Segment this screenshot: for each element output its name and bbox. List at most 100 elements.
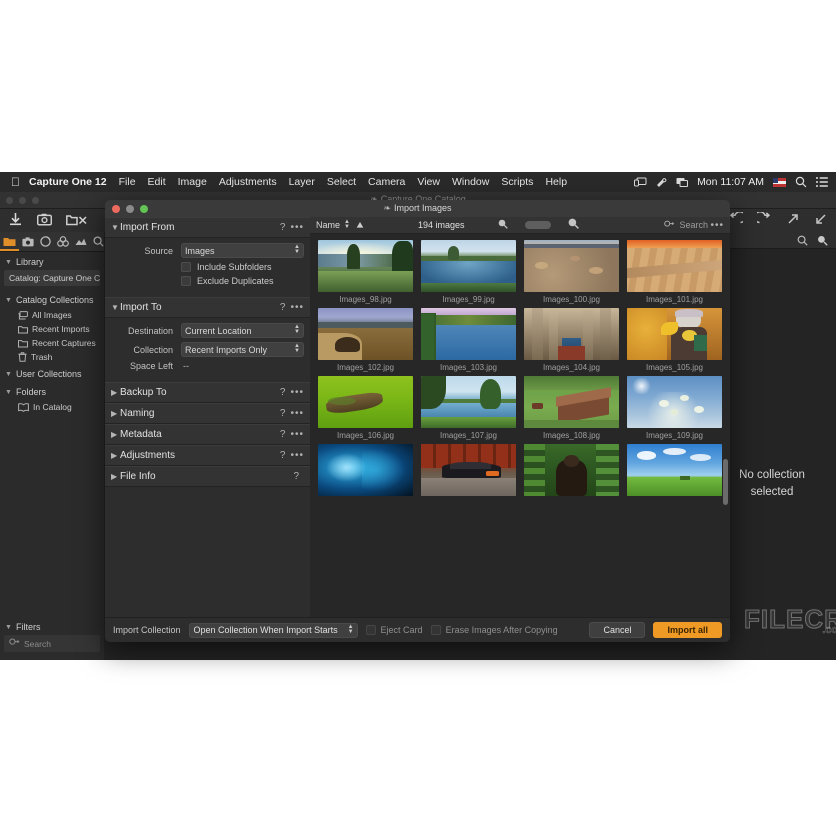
delete-folder-icon[interactable] — [66, 213, 88, 226]
exclude-duplicates-row[interactable]: Exclude Duplicates — [181, 276, 304, 286]
section-menu-icon[interactable]: ••• — [290, 387, 304, 398]
thumbnail-image[interactable] — [421, 240, 516, 292]
lens-tab[interactable] — [40, 236, 51, 247]
sort-field-label[interactable]: Name — [316, 220, 340, 230]
help-icon[interactable]: ? — [280, 222, 286, 233]
thumbnail-image[interactable] — [524, 308, 619, 360]
thumbnail-cell[interactable]: Images_108.jpg — [524, 376, 619, 440]
section-menu-icon[interactable]: ••• — [290, 408, 304, 419]
thumbnail-size-slider[interactable] — [525, 221, 551, 229]
folders-header[interactable]: ▼ Folders — [0, 382, 104, 400]
erase-images-row[interactable]: Erase Images After Copying — [430, 625, 558, 635]
menu-item-scripts[interactable]: Scripts — [501, 176, 533, 188]
thumbnail-image[interactable] — [318, 240, 413, 292]
zoom-out-arrow-icon[interactable] — [814, 212, 828, 226]
thumbnail-grid[interactable]: Images_98.jpg Images_99.jpg Images_100.j… — [310, 234, 730, 617]
thumbnail-cell[interactable]: Images_100.jpg — [524, 240, 619, 304]
source-select[interactable]: Images ▲ ▼ — [181, 243, 304, 258]
search-icon[interactable] — [797, 235, 808, 246]
library-section-header[interactable]: ▼ Library — [0, 252, 104, 270]
control-center-icon[interactable] — [816, 177, 828, 187]
thumbnail-cell[interactable] — [421, 444, 516, 499]
thumbnail-cell[interactable]: Images_104.jpg — [524, 308, 619, 372]
displays-icon[interactable] — [676, 177, 689, 188]
menu-item-window[interactable]: Window — [452, 176, 489, 188]
menu-item-select[interactable]: Select — [327, 176, 356, 188]
help-icon[interactable]: ? — [280, 302, 286, 313]
thumbnail-cell[interactable]: Images_105.jpg — [627, 308, 722, 372]
sort-ascending-icon[interactable] — [356, 216, 364, 234]
section-header-metadata[interactable]: ▶ Metadata ? ••• — [105, 424, 310, 445]
thumbnail-image[interactable] — [627, 240, 722, 292]
magnifier-icon[interactable] — [817, 235, 828, 246]
screen-mirroring-icon[interactable] — [634, 177, 647, 188]
import-icon[interactable] — [8, 212, 23, 227]
thumbnail-image[interactable] — [524, 240, 619, 292]
zoom-in-arrow-icon[interactable] — [786, 212, 800, 226]
zoom-out-icon[interactable] — [498, 216, 508, 234]
menu-item-help[interactable]: Help — [545, 176, 567, 188]
menu-item-image[interactable]: Image — [178, 176, 207, 188]
thumbnail-cell[interactable]: Images_98.jpg — [318, 240, 413, 304]
help-icon[interactable]: ? — [280, 408, 286, 419]
thumbnail-cell[interactable] — [318, 444, 413, 499]
thumbnail-cell[interactable]: Images_102.jpg — [318, 308, 413, 372]
thumbnail-image[interactable] — [627, 308, 722, 360]
section-header-file-info[interactable]: ▶ File Info ? — [105, 466, 310, 487]
filters-header[interactable]: ▼ Filters — [0, 617, 104, 635]
sidebar-item-all-images[interactable]: All Images — [0, 308, 104, 322]
thumbnail-image[interactable] — [318, 444, 413, 496]
thumbnail-image[interactable] — [421, 308, 516, 360]
eject-card-checkbox[interactable] — [365, 625, 376, 635]
exposure-tab[interactable] — [75, 237, 87, 246]
section-header-adjustments[interactable]: ▶ Adjustments ? ••• — [105, 445, 310, 466]
menu-item-edit[interactable]: Edit — [148, 176, 166, 188]
help-icon[interactable]: ? — [280, 387, 286, 398]
thumbnail-cell[interactable]: Images_106.jpg — [318, 376, 413, 440]
menu-app-name[interactable]: Capture One 12 — [29, 176, 107, 188]
catalog-collections-header[interactable]: ▼ Catalog Collections — [0, 290, 104, 308]
collection-select[interactable]: Recent Imports Only ▲ ▼ — [181, 342, 304, 357]
library-tab[interactable] — [0, 236, 19, 251]
browser-menu-icon[interactable]: ••• — [710, 220, 724, 231]
thumbnail-cell[interactable]: Images_103.jpg — [421, 308, 516, 372]
stepper-icon[interactable]: ▲ ▼ — [344, 219, 350, 230]
sidebar-item-recent-captures[interactable]: Recent Captures — [0, 336, 104, 350]
thumbnail-image[interactable] — [627, 444, 722, 496]
thumbnail-image[interactable] — [421, 444, 516, 496]
vpn-icon[interactable] — [656, 177, 667, 188]
filters-search-input[interactable]: Search — [4, 635, 100, 652]
apple-icon[interactable]:  — [11, 176, 20, 188]
color-tab[interactable] — [57, 236, 69, 247]
redo-icon[interactable] — [757, 212, 772, 226]
include-subfolders-row[interactable]: Include Subfolders — [181, 262, 304, 272]
zoom-in-icon[interactable] — [568, 216, 579, 234]
erase-images-checkbox[interactable] — [430, 625, 441, 635]
menu-clock[interactable]: Mon 11:07 AM — [697, 176, 764, 188]
us-flag-icon[interactable] — [773, 177, 786, 187]
sidebar-item-recent-imports[interactable]: Recent Imports — [0, 322, 104, 336]
menu-item-layer[interactable]: Layer — [289, 176, 315, 188]
section-menu-icon[interactable]: ••• — [290, 302, 304, 313]
section-header-naming[interactable]: ▶ Naming ? ••• — [105, 403, 310, 424]
exclude-duplicates-checkbox[interactable] — [181, 276, 191, 286]
user-collections-header[interactable]: ▼ User Collections — [0, 364, 104, 382]
thumbnail-cell[interactable]: Images_99.jpg — [421, 240, 516, 304]
help-icon[interactable]: ? — [280, 450, 286, 461]
thumbnail-image[interactable] — [318, 376, 413, 428]
thumbnail-image[interactable] — [421, 376, 516, 428]
eject-card-row[interactable]: Eject Card — [365, 625, 423, 635]
menu-item-adjustments[interactable]: Adjustments — [219, 176, 277, 188]
sidebar-item-trash[interactable]: Trash — [0, 350, 104, 364]
thumbnail-cell[interactable]: Images_101.jpg — [627, 240, 722, 304]
spotlight-search-icon[interactable] — [795, 176, 807, 188]
thumbnail-cell[interactable]: Images_109.jpg — [627, 376, 722, 440]
menu-item-camera[interactable]: Camera — [368, 176, 405, 188]
thumbnail-image[interactable] — [627, 376, 722, 428]
section-menu-icon[interactable]: ••• — [290, 429, 304, 440]
thumbnail-image[interactable] — [524, 444, 619, 496]
thumbnail-cell[interactable] — [627, 444, 722, 499]
capture-icon[interactable] — [37, 213, 52, 226]
sidebar-item-in-catalog[interactable]: In Catalog — [0, 400, 104, 414]
section-header-import-to[interactable]: ▼ Import To ? ••• — [105, 297, 310, 318]
